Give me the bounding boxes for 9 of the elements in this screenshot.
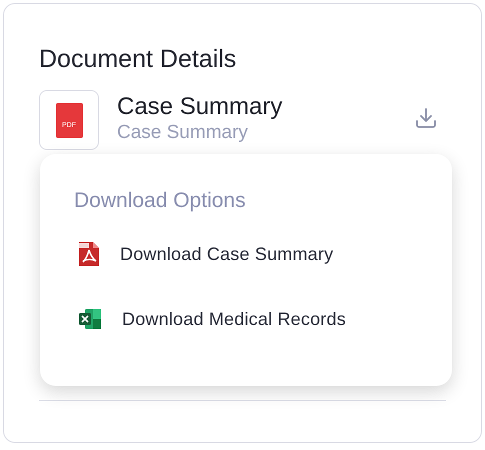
spreadsheet-icon <box>78 308 102 330</box>
menu-item[interactable]: Download Case Summary <box>40 234 452 274</box>
document-subtitle: Case Summary <box>117 122 249 144</box>
panel-title: Document Details <box>39 44 238 74</box>
menu-title: Download Options <box>73 188 247 214</box>
menu-item[interactable]: Download Medical Records <box>40 299 452 339</box>
document-name: Case Summary <box>117 92 284 122</box>
download-icon[interactable] <box>414 106 438 130</box>
pdf-file-icon <box>78 241 100 267</box>
